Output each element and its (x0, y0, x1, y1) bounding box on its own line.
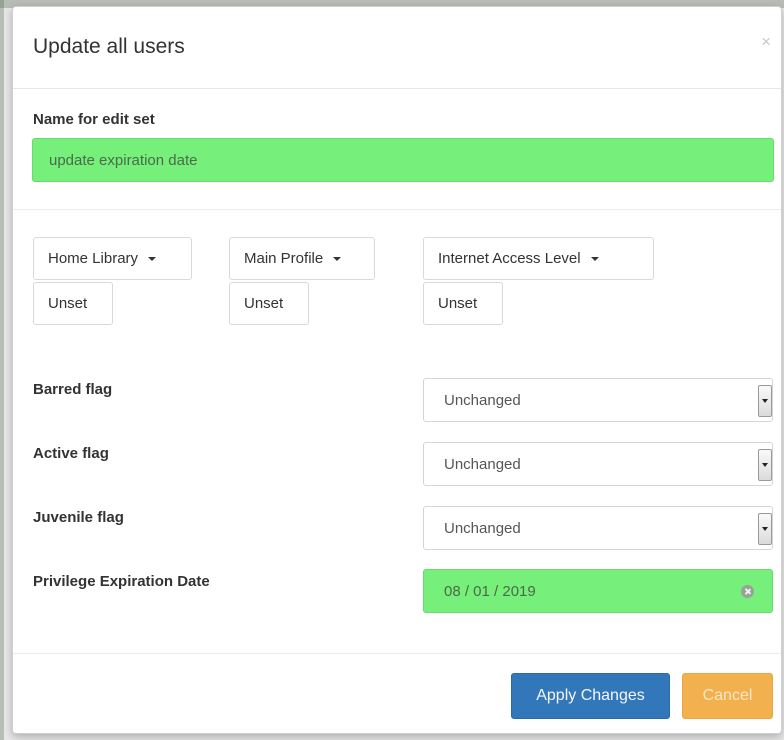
main-profile-unset-button[interactable]: Unset (229, 282, 309, 325)
select-arrow-icon[interactable] (758, 449, 772, 481)
main-profile-dropdown-label: Main Profile (244, 250, 324, 267)
internet-access-level-unset-button[interactable]: Unset (423, 282, 503, 325)
juvenile-flag-select[interactable]: Unchanged (423, 506, 773, 550)
internet-access-level-dropdown[interactable]: Internet Access Level (423, 237, 654, 280)
close-icon[interactable]: × (761, 33, 771, 50)
select-arrow-icon[interactable] (758, 513, 772, 545)
footer-divider (13, 653, 781, 654)
barred-flag-label: Barred flag (33, 381, 113, 398)
modal-header: Update all users × (13, 7, 781, 89)
privilege-expiration-label: Privilege Expiration Date (33, 573, 210, 590)
active-flag-select-value: Unchanged (444, 455, 521, 473)
barred-flag-select-value: Unchanged (444, 391, 521, 409)
juvenile-flag-label: Juvenile flag (33, 509, 124, 526)
home-library-unset-button[interactable]: Unset (33, 282, 113, 325)
modal-title: Update all users (33, 35, 185, 58)
home-library-dropdown[interactable]: Home Library (33, 237, 192, 280)
barred-flag-select[interactable]: Unchanged (423, 378, 773, 422)
caret-down-icon (590, 256, 599, 261)
internet-access-level-dropdown-label: Internet Access Level (438, 250, 581, 267)
cancel-button[interactable]: Cancel (682, 673, 773, 719)
edit-set-name-input[interactable] (32, 138, 774, 182)
update-users-modal: Update all users × Name for edit set Hom… (12, 6, 782, 734)
caret-down-icon (333, 256, 342, 261)
edit-set-name-label: Name for edit set (33, 111, 155, 128)
clear-icon[interactable] (741, 585, 754, 598)
caret-down-icon (148, 256, 157, 261)
privilege-expiration-date-input[interactable]: 08 / 01 / 2019 (423, 569, 773, 613)
main-profile-dropdown[interactable]: Main Profile (229, 237, 375, 280)
active-flag-select[interactable]: Unchanged (423, 442, 773, 486)
privilege-expiration-date-value: 08 / 01 / 2019 (444, 582, 536, 600)
section-divider (13, 209, 781, 210)
backdrop-edge-left (0, 0, 4, 740)
active-flag-label: Active flag (33, 445, 109, 462)
home-library-dropdown-label: Home Library (48, 250, 139, 267)
select-arrow-icon[interactable] (758, 385, 772, 417)
apply-changes-button[interactable]: Apply Changes (511, 673, 670, 719)
juvenile-flag-select-value: Unchanged (444, 519, 521, 537)
